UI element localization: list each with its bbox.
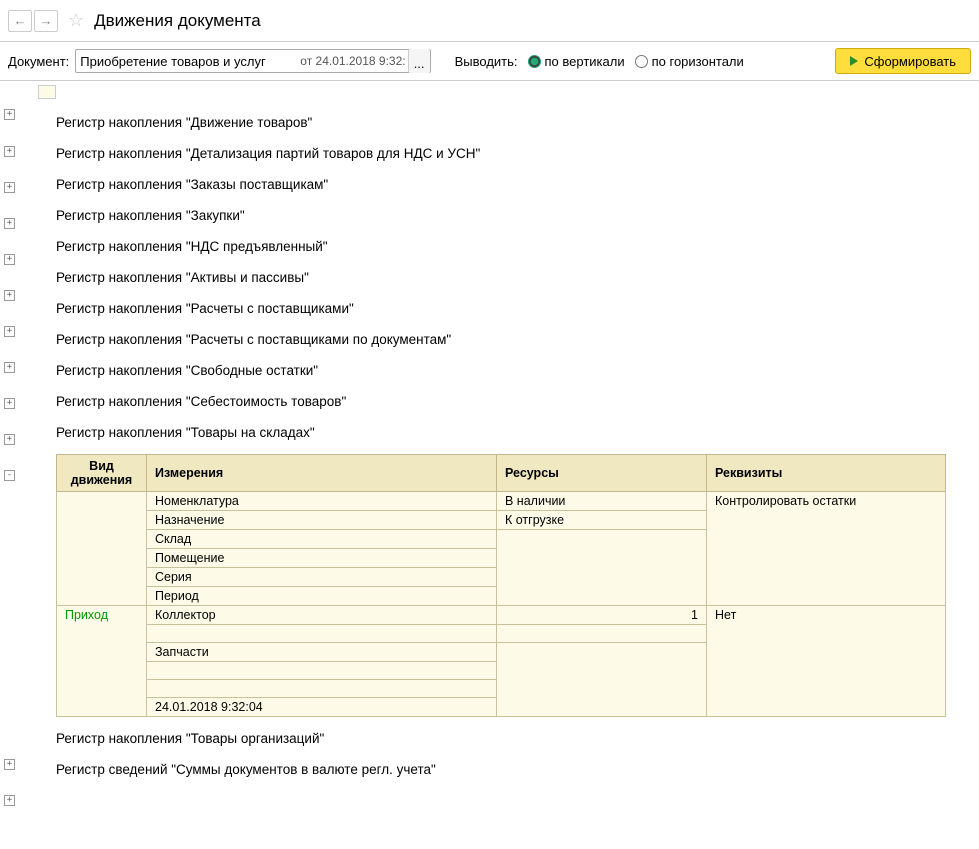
output-label: Выводить: [455,54,518,69]
cell-res: К отгрузке [497,511,707,530]
play-icon [850,56,858,66]
radio-vertical-input[interactable] [528,55,541,68]
generate-button[interactable]: Сформировать [835,48,971,74]
titlebar: ← → ☆ Движения документа [0,0,979,42]
register-line: Регистр сведений "Суммы документов в вал… [30,754,979,785]
register-line: Регистр накопления "Закупки" [30,200,979,231]
table-row[interactable]: Приход Коллектор 1 Нет [57,606,946,625]
cell-izm: Запчасти [147,643,497,662]
expand-button[interactable]: + [4,254,15,265]
toolbar: Документ: от 24.01.2018 9:32: ... Выводи… [0,42,979,81]
document-input[interactable] [80,51,300,71]
register-line: Регистр накопления "Заказы поставщикам" [30,169,979,200]
movements-table: Вид движения Измерения Ресурсы Реквизиты… [56,454,946,717]
register-line: Регистр накопления "Расчеты с поставщика… [30,293,979,324]
cell-izm [147,680,497,698]
header-req: Реквизиты [707,455,946,492]
header-vid: Вид движения [57,455,147,492]
register-line: Регистр накопления "Товары на складах" [30,417,979,448]
content-area: + + + + + + + + + + - + + Регистр накопл… [0,81,979,785]
register-line: Регистр накопления "Свободные остатки" [30,355,979,386]
cell-izm: Коллектор [147,606,497,625]
generate-button-label: Сформировать [864,54,956,69]
table-row[interactable]: Номенклатура В наличии Контролировать ос… [57,492,946,511]
cell-izm [147,625,497,643]
expand-button[interactable]: + [4,362,15,373]
cell-res [497,625,707,643]
page-title: Движения документа [94,11,261,31]
cell-res: 1 [497,606,707,625]
register-line: Регистр накопления "Движение товаров" [30,107,979,138]
cell-izm: Период [147,587,497,606]
cell-req: Нет [707,606,946,717]
expand-button[interactable]: + [4,326,15,337]
collapse-button[interactable]: - [4,470,15,481]
document-label: Документ: [8,54,69,69]
expand-button[interactable]: + [4,146,15,157]
cell-req: Контролировать остатки [707,492,946,606]
nav-back-button[interactable]: ← [8,10,32,32]
expand-button[interactable]: + [4,109,15,120]
expand-button[interactable]: + [4,218,15,229]
main-column: Регистр накопления "Движение товаров" Ре… [30,81,979,785]
cell-izm: Назначение [147,511,497,530]
sheet-corner[interactable] [38,85,56,99]
favorite-star-icon[interactable]: ☆ [68,10,84,31]
cell-vid: Приход [57,606,147,717]
register-line: Регистр накопления "Расчеты с поставщика… [30,324,979,355]
expand-button[interactable]: + [4,398,15,409]
expand-button[interactable]: + [4,759,15,770]
document-select-button[interactable]: ... [408,49,430,73]
tree-gutter: + + + + + + + + + + - + + [0,81,30,785]
header-res: Ресурсы [497,455,707,492]
expand-button[interactable]: + [4,290,15,301]
document-date-text: от 24.01.2018 9:32: [300,54,405,68]
register-line: Регистр накопления "Активы и пассивы" [30,262,979,293]
radio-vertical[interactable]: по вертикали [528,54,625,69]
cell-izm: Помещение [147,549,497,568]
table-header-row: Вид движения Измерения Ресурсы Реквизиты [57,455,946,492]
cell-izm: 24.01.2018 9:32:04 [147,698,497,717]
expand-button[interactable]: + [4,434,15,445]
cell-izm [147,662,497,680]
radio-horizontal[interactable]: по горизонтали [635,54,744,69]
radio-horizontal-label: по горизонтали [652,54,744,69]
radio-horizontal-input[interactable] [635,55,648,68]
nav-forward-button[interactable]: → [34,10,58,32]
expand-button[interactable]: + [4,182,15,193]
cell-izm: Номенклатура [147,492,497,511]
cell-res [497,643,707,717]
cell-izm: Серия [147,568,497,587]
cell-izm: Склад [147,530,497,549]
cell-res: В наличии [497,492,707,511]
register-line: Регистр накопления "Товары организаций" [30,723,979,754]
radio-vertical-label: по вертикали [545,54,625,69]
register-line: Регистр накопления "Себестоимость товаро… [30,386,979,417]
cell-vid [57,492,147,606]
cell-res [497,530,707,606]
register-line: Регистр накопления "Детализация партий т… [30,138,979,169]
expand-button[interactable]: + [4,795,15,806]
header-izm: Измерения [147,455,497,492]
register-line: Регистр накопления "НДС предъявленный" [30,231,979,262]
